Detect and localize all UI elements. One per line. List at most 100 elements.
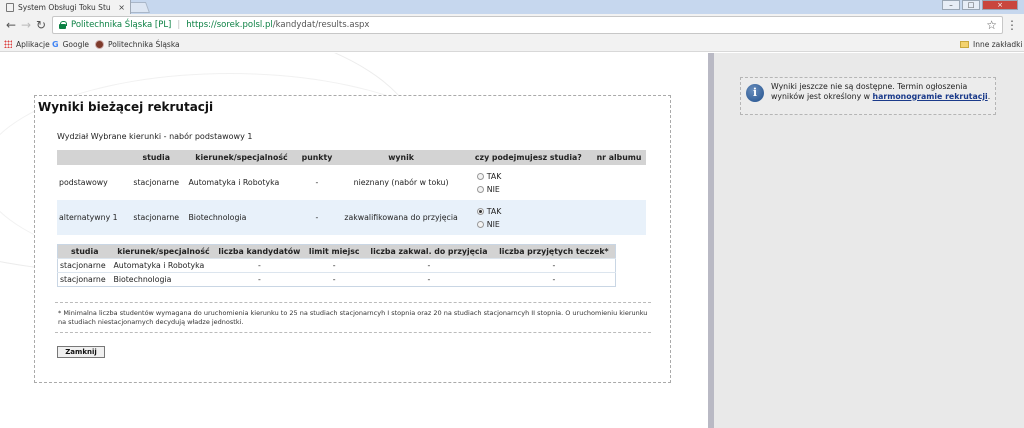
browser-tab[interactable]: System Obsługi Toku Stu ×	[0, 0, 131, 14]
page-content: i Wyniki jeszcze nie są dostępne. Termin…	[0, 53, 1024, 428]
stat-kierunek: Biotechnologia	[111, 272, 216, 287]
decision-cell: TAK NIE	[464, 200, 593, 235]
other-bookmarks[interactable]: Inne zakładki	[960, 38, 1023, 50]
close-window-button[interactable]: ×	[982, 0, 1018, 10]
url-path: /kandydat/results.aspx	[272, 20, 370, 30]
row-type: podstawowy	[57, 165, 127, 200]
stat-limit: -	[303, 272, 366, 287]
decision-cell: TAK NIE	[464, 165, 593, 200]
stat-studia: stacjonarne	[57, 258, 112, 273]
table-row: podstawowy stacjonarne Automatyka i Robo…	[57, 165, 646, 200]
maximize-button[interactable]: □	[962, 0, 980, 10]
radio-nie[interactable]: NIE	[476, 183, 590, 196]
row-type: alternatywny 1	[57, 200, 127, 235]
info-icon: i	[746, 84, 764, 102]
tab-title: System Obsługi Toku Stu	[18, 2, 111, 12]
table-header-row: studia kierunek/specjalność liczba kandy…	[57, 244, 616, 259]
browser-toolbar: ← → ↻ Politechnika Śląska [PL] | https:/…	[0, 14, 1024, 36]
radio-label: TAK	[486, 206, 502, 216]
address-bar[interactable]: Politechnika Śląska [PL] | https://sorek…	[52, 16, 1003, 34]
radio-label: NIE	[486, 184, 500, 194]
tab-strip: System Obsługi Toku Stu × – □ ×	[0, 0, 1024, 14]
browser-menu-icon[interactable]: ⋮	[1006, 17, 1018, 33]
stat-limit: -	[303, 258, 366, 273]
column-header: liczba zakwal. do przyjęcia	[365, 244, 493, 259]
results-table: studia kierunek/specjalność punkty wynik…	[57, 150, 646, 235]
statistics-table: studia kierunek/specjalność liczba kandy…	[57, 244, 616, 287]
radio-button[interactable]	[476, 220, 484, 228]
reload-icon[interactable]: ↻	[34, 17, 48, 33]
bookmark-polsl[interactable]: Politechnika Śląska	[95, 38, 180, 50]
table-row: alternatywny 1 stacjonarne Biotechnologi…	[57, 200, 646, 235]
back-icon[interactable]: ←	[4, 17, 18, 33]
schedule-link[interactable]: harmonogramie rekrutacji	[873, 92, 988, 101]
radio-label: NIE	[486, 219, 500, 229]
page-icon	[6, 2, 14, 12]
column-header: studia	[57, 244, 112, 259]
info-text: Wyniki jeszcze nie są dostępne. Termin o…	[771, 82, 993, 101]
bookmark-google[interactable]: G Google	[52, 38, 89, 50]
results-panel: Wyniki bieżącej rekrutacji Wydział Wybra…	[34, 95, 671, 383]
bookmarks-bar: Aplikacje G Google Politechnika Śląska I…	[0, 36, 1024, 52]
column-header	[57, 150, 127, 165]
info-message: i Wyniki jeszcze nie są dostępne. Termin…	[740, 77, 996, 115]
row-album	[592, 165, 646, 200]
stat-zakwal: -	[365, 272, 493, 287]
column-header: wynik	[337, 150, 465, 165]
forward-icon[interactable]: →	[19, 17, 33, 33]
column-header: studia	[126, 150, 187, 165]
radio-tak[interactable]: TAK	[476, 170, 590, 183]
stat-studia: stacjonarne	[57, 272, 112, 287]
stat-kandydatow: -	[215, 272, 304, 287]
radio-nie[interactable]: NIE	[476, 218, 590, 231]
university-logo-icon	[95, 39, 104, 49]
row-kierunek: Biotechnologia	[186, 200, 297, 235]
info-text-end: .	[987, 91, 991, 101]
stat-teczek: -	[492, 258, 616, 273]
column-header: kierunek/specjalność	[111, 244, 216, 259]
close-button[interactable]: Zamknij	[57, 346, 105, 358]
other-bookmarks-label: Inne zakładki	[973, 39, 1023, 49]
row-studia: stacjonarne	[126, 165, 187, 200]
column-header: punkty	[296, 150, 338, 165]
table-header-row: studia kierunek/specjalność punkty wynik…	[57, 150, 646, 165]
recruitment-subtitle: Wydział Wybrane kierunki - nabór podstaw…	[57, 132, 253, 141]
row-studia: stacjonarne	[126, 200, 187, 235]
minimize-button[interactable]: –	[942, 0, 960, 10]
stat-zakwal: -	[365, 258, 493, 273]
bookmark-label: Politechnika Śląska	[108, 39, 180, 49]
lock-icon	[59, 21, 67, 29]
bookmark-apps[interactable]: Aplikacje	[4, 38, 50, 50]
stat-kierunek: Automatyka i Robotyka	[111, 258, 216, 273]
url-host: https://sorek.polsl.pl	[186, 20, 273, 30]
site-identity[interactable]: Politechnika Śląska [PL]	[71, 20, 171, 30]
row-wynik: zakwalifikowana do przyjęcia	[337, 200, 465, 235]
radio-tak[interactable]: TAK	[476, 205, 590, 218]
column-header: czy podejmujesz studia?	[464, 150, 593, 165]
footnote: * Minimalna liczba studentów wymagana do…	[55, 302, 651, 333]
radio-button-selected[interactable]	[476, 207, 484, 215]
radio-button[interactable]	[476, 185, 484, 193]
apps-grid-icon	[4, 40, 12, 48]
bookmark-label: Google	[62, 39, 90, 49]
stat-teczek: -	[492, 272, 616, 287]
bookmark-star-icon[interactable]: ☆	[986, 17, 997, 33]
side-panel: i Wyniki jeszcze nie są dostępne. Termin…	[708, 53, 1024, 428]
column-header: nr albumu	[592, 150, 646, 165]
stat-kandydatow: -	[215, 258, 304, 273]
google-icon: G	[52, 39, 59, 49]
folder-icon	[960, 40, 969, 48]
radio-button[interactable]	[476, 172, 484, 180]
row-wynik: nieznany (nabór w toku)	[337, 165, 465, 200]
close-tab-icon[interactable]: ×	[118, 3, 125, 12]
row-punkty: -	[296, 200, 338, 235]
column-header: liczba kandydatów	[215, 244, 304, 259]
column-header: liczba przyjętych teczek*	[492, 244, 616, 259]
page-title: Wyniki bieżącej rekrutacji	[38, 100, 214, 114]
column-header: limit miejsc	[303, 244, 366, 259]
row-album	[592, 200, 646, 235]
radio-label: TAK	[486, 171, 502, 181]
column-header: kierunek/specjalność	[186, 150, 297, 165]
address-separator: |	[177, 20, 181, 30]
bookmark-label: Aplikacje	[16, 39, 50, 49]
